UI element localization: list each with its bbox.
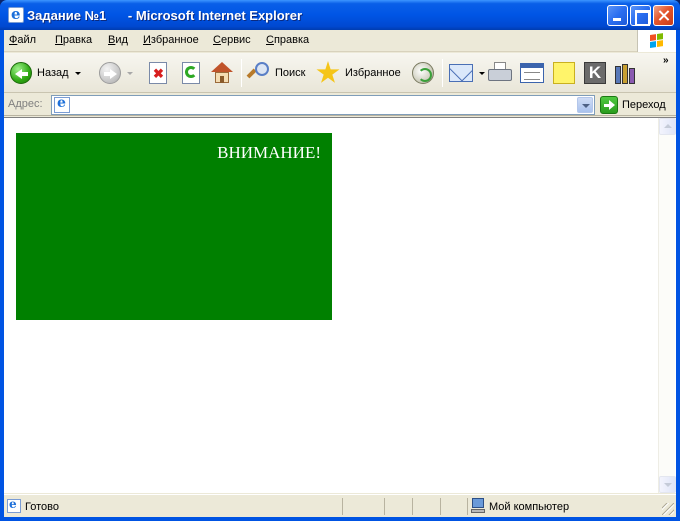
my-computer-icon [471, 498, 485, 514]
favorites-label: Избранное [345, 67, 401, 79]
mail-button[interactable] [449, 61, 485, 85]
page-viewport: ВНИМАНИЕ! [4, 117, 676, 493]
minimize-button[interactable] [607, 5, 628, 26]
stop-button[interactable]: ✖ [149, 61, 167, 85]
go-arrow-icon [600, 96, 618, 114]
home-icon [211, 62, 233, 84]
warning-block: ВНИМАНИЕ! [16, 133, 332, 320]
menu-view-label: ид [115, 34, 128, 46]
search-label: Поиск [275, 67, 306, 79]
scroll-down-button[interactable] [659, 476, 676, 493]
resize-grip[interactable] [662, 503, 674, 515]
status-cell [412, 498, 438, 515]
zone-text: Мой компьютер [489, 501, 570, 513]
toolbar-separator [241, 59, 242, 87]
back-button[interactable]: Назад [10, 61, 81, 85]
ie-page-icon [8, 5, 24, 23]
home-button[interactable] [211, 61, 233, 85]
toolbar-separator [442, 59, 443, 87]
media-button[interactable] [412, 61, 434, 85]
mail-dropdown-icon[interactable] [479, 71, 485, 75]
edit-button[interactable] [520, 61, 544, 85]
maximize-button[interactable] [630, 5, 651, 26]
forward-dropdown-icon[interactable] [127, 71, 133, 75]
vertical-scrollbar[interactable] [658, 118, 676, 493]
page-status-icon [7, 497, 21, 513]
mail-icon [449, 64, 473, 82]
windows-logo [637, 30, 676, 52]
menu-edit-label: равка [62, 34, 93, 46]
back-dropdown-icon[interactable] [74, 71, 81, 75]
menu-favorites[interactable]: Избранное [143, 34, 199, 46]
address-bar: Адрес: Переход [4, 94, 676, 116]
back-label: Назад [37, 67, 69, 79]
status-text: Готово [25, 501, 59, 513]
title-bar[interactable]: Задание №1 - Microsoft Internet Explorer [0, 0, 680, 30]
menu-favorites-label: збранное [150, 34, 199, 46]
flag-green [657, 33, 663, 40]
print-button[interactable] [488, 61, 512, 85]
discuss-button[interactable] [553, 61, 575, 85]
status-bar: Готово Мой компьютер [4, 494, 676, 517]
edit-page-icon [520, 63, 544, 83]
warning-text: ВНИМАНИЕ! [217, 143, 321, 162]
menu-help-label: правка [273, 34, 310, 46]
flag-yellow [657, 40, 663, 47]
flag-red [650, 34, 656, 41]
menu-favorites-accel: И [143, 34, 151, 46]
go-button[interactable]: Переход [600, 96, 666, 114]
menu-tools[interactable]: Сервис [213, 34, 251, 46]
research-button[interactable] [614, 61, 636, 85]
window-title: Задание №1 - Microsoft Internet Explorer [27, 8, 303, 23]
books-icon [614, 62, 636, 84]
status-cell [384, 498, 410, 515]
menu-edit-accel: П [55, 34, 63, 46]
forward-arrow-icon [99, 62, 121, 84]
flag-blue [650, 41, 656, 48]
printer-icon [488, 62, 512, 84]
ie-window: Задание №1 - Microsoft Internet Explorer… [0, 0, 680, 521]
stop-icon: ✖ [149, 62, 167, 84]
status-cell [342, 498, 382, 515]
forward-button[interactable] [99, 61, 133, 85]
menu-edit[interactable]: Правка [55, 34, 92, 46]
k-button[interactable]: K [584, 61, 606, 85]
status-cell [440, 498, 466, 515]
favorites-star-icon [316, 61, 340, 83]
menu-help-accel: С [266, 34, 274, 46]
refresh-icon [182, 62, 200, 84]
client-area: Файл Правка Вид Избранное Сервис Справка… [4, 30, 676, 517]
standard-toolbar: Назад ✖ Поиск Избранное K » [4, 53, 676, 93]
menu-file[interactable]: Файл [9, 34, 36, 46]
menu-file-label: айл [17, 34, 37, 46]
close-button[interactable] [653, 5, 674, 26]
menu-tools-label: ервис [220, 34, 251, 46]
search-icon [246, 62, 270, 84]
toolbar-overflow-chevron[interactable]: » [663, 55, 669, 66]
menu-view[interactable]: Вид [108, 34, 128, 46]
page-content: ВНИМАНИЕ! [4, 118, 657, 493]
favorites-button[interactable]: Избранное [316, 61, 401, 85]
menu-help[interactable]: Справка [266, 34, 309, 46]
search-button[interactable]: Поиск [246, 61, 306, 85]
scroll-up-button[interactable] [659, 118, 676, 135]
address-label: Адрес: [8, 98, 43, 110]
menu-bar: Файл Правка Вид Избранное Сервис Справка [4, 30, 676, 52]
address-input[interactable] [74, 97, 564, 113]
address-field[interactable] [51, 95, 595, 115]
note-icon [553, 62, 575, 84]
page-icon [54, 95, 70, 113]
menu-tools-accel: С [213, 34, 221, 46]
refresh-button[interactable] [182, 61, 200, 85]
windows-flag-icon [650, 33, 664, 49]
k-logo-icon: K [584, 62, 606, 84]
go-label: Переход [622, 99, 666, 111]
back-arrow-icon [10, 62, 32, 84]
address-dropdown-button[interactable] [577, 97, 593, 113]
media-history-icon [412, 62, 434, 84]
